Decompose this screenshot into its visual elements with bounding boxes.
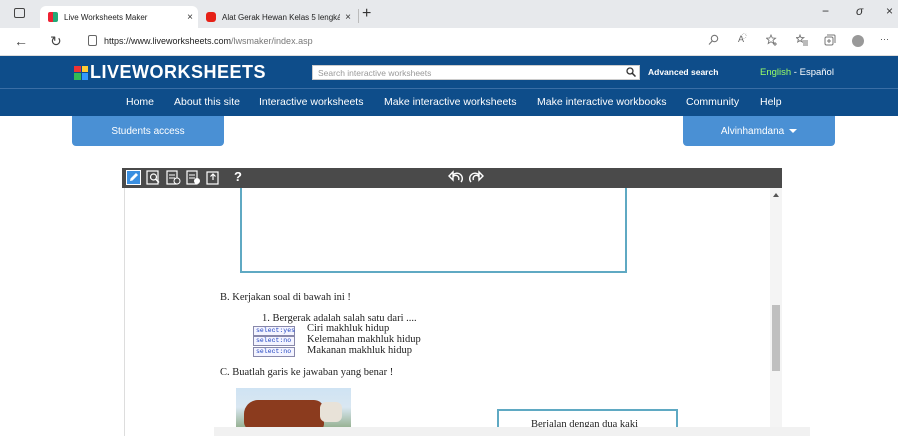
restore-button[interactable]: σ bbox=[856, 4, 863, 18]
nav-interactive-worksheets[interactable]: Interactive worksheets bbox=[259, 96, 363, 108]
undo-icon[interactable] bbox=[448, 170, 464, 186]
scroll-up-arrow-icon[interactable] bbox=[773, 193, 779, 197]
site-nav: Home About this site Interactive workshe… bbox=[0, 88, 898, 116]
select-field[interactable]: select:no bbox=[253, 347, 295, 357]
horizontal-scrollbar[interactable] bbox=[214, 427, 810, 436]
select-field[interactable]: select:yes bbox=[253, 326, 295, 336]
url-path: /lwsmaker/index.asp bbox=[231, 36, 313, 46]
edit-icon[interactable] bbox=[126, 170, 141, 185]
user-name: Alvinhamdana bbox=[720, 125, 785, 137]
cow-head bbox=[320, 402, 342, 422]
preview-icon[interactable] bbox=[146, 170, 161, 185]
nav-about[interactable]: About this site bbox=[174, 96, 240, 108]
lang-english-link[interactable]: English bbox=[760, 67, 791, 78]
user-menu-button[interactable]: Alvinhamdana bbox=[683, 116, 835, 146]
help-icon[interactable]: ? bbox=[234, 169, 242, 184]
liveworksheets-favicon-icon bbox=[48, 12, 58, 22]
nav-make-worksheets[interactable]: Make interactive worksheets bbox=[384, 96, 516, 108]
option-text: Makanan makhluk hidup bbox=[307, 345, 412, 356]
site-logo[interactable]: LIVEWORKSHEETS bbox=[74, 62, 266, 83]
site-search-placeholder: Search interactive worksheets bbox=[318, 68, 432, 78]
advanced-search-link[interactable]: Advanced search bbox=[648, 67, 718, 77]
site-header: LIVEWORKSHEETS Search interactive worksh… bbox=[0, 56, 898, 88]
document-settings-icon[interactable] bbox=[186, 170, 201, 185]
tab-live-worksheets-maker[interactable]: Live Worksheets Maker × bbox=[40, 6, 198, 28]
nav-make-workbooks[interactable]: Make interactive workbooks bbox=[537, 96, 667, 108]
cow-body bbox=[244, 400, 324, 430]
redo-icon[interactable] bbox=[468, 170, 484, 186]
url-field[interactable]: https://www.liveworksheets.com/lwsmaker/… bbox=[104, 36, 313, 46]
section-c-heading: C. Buatlah garis ke jawaban yang benar ! bbox=[220, 367, 394, 378]
editor-toolbar: ? bbox=[122, 168, 782, 188]
browser-tab-bar: Live Worksheets Maker × Alat Gerak Hewan… bbox=[0, 0, 898, 28]
tab-alat-gerak-hewan[interactable]: Alat Gerak Hewan Kelas 5 lengká × bbox=[198, 6, 356, 28]
tab-title: Alat Gerak Hewan Kelas 5 lengká bbox=[222, 12, 340, 22]
profile-avatar[interactable] bbox=[852, 35, 864, 47]
more-menu-icon[interactable]: ··· bbox=[880, 34, 889, 44]
tab-title: Live Worksheets Maker bbox=[64, 12, 148, 22]
nav-community[interactable]: Community bbox=[686, 96, 739, 108]
new-tab-button[interactable]: + bbox=[362, 5, 371, 23]
export-icon[interactable] bbox=[206, 170, 221, 185]
close-window-button[interactable]: × bbox=[886, 4, 893, 18]
minimize-button[interactable]: − bbox=[822, 4, 829, 18]
option-text: Ciri makhluk hidup bbox=[307, 323, 390, 334]
save-document-icon[interactable] bbox=[166, 170, 181, 185]
address-bar: ← ↻ https://www.liveworksheets.com/lwsma… bbox=[0, 28, 898, 56]
search-page-icon[interactable] bbox=[708, 34, 719, 46]
lang-separator: - bbox=[791, 67, 800, 78]
chevron-down-icon bbox=[789, 129, 798, 133]
tab-close-icon[interactable]: × bbox=[340, 12, 356, 23]
window-menu-icon[interactable] bbox=[14, 8, 25, 18]
back-arrow-icon[interactable]: ← bbox=[14, 33, 28, 49]
logo-grid-icon bbox=[74, 65, 88, 80]
lang-espanol-link[interactable]: Español bbox=[800, 67, 834, 78]
logo-text: LIVEWORKSHEETS bbox=[90, 62, 267, 82]
lock-icon[interactable] bbox=[88, 35, 97, 46]
reload-icon[interactable]: ↻ bbox=[50, 33, 62, 50]
select-field[interactable]: select:no bbox=[253, 336, 295, 346]
nav-help[interactable]: Help bbox=[760, 96, 782, 108]
search-icon[interactable] bbox=[626, 67, 636, 77]
section-b-heading: B. Kerjakan soal di bawah ini ! bbox=[220, 292, 351, 303]
language-switch: English - Español bbox=[760, 67, 834, 78]
scrollbar-thumb[interactable] bbox=[772, 305, 780, 371]
option-text: Kelemahan makhluk hidup bbox=[307, 334, 421, 345]
tab-separator bbox=[358, 9, 359, 23]
youtube-favicon-icon bbox=[206, 12, 216, 22]
favorite-add-icon[interactable] bbox=[766, 34, 778, 46]
favorites-icon[interactable] bbox=[796, 34, 808, 46]
collections-icon[interactable] bbox=[824, 34, 836, 46]
url-host: https://www.liveworksheets.com bbox=[104, 36, 232, 46]
answer-box[interactable] bbox=[240, 188, 627, 273]
site-search-input[interactable]: Search interactive worksheets bbox=[312, 65, 640, 80]
students-access-button[interactable]: Students access bbox=[72, 116, 224, 146]
tab-close-icon[interactable]: × bbox=[182, 12, 198, 23]
students-access-label: Students access bbox=[111, 125, 185, 137]
read-aloud-icon[interactable]: A҉ bbox=[738, 34, 744, 44]
nav-home[interactable]: Home bbox=[126, 96, 154, 108]
